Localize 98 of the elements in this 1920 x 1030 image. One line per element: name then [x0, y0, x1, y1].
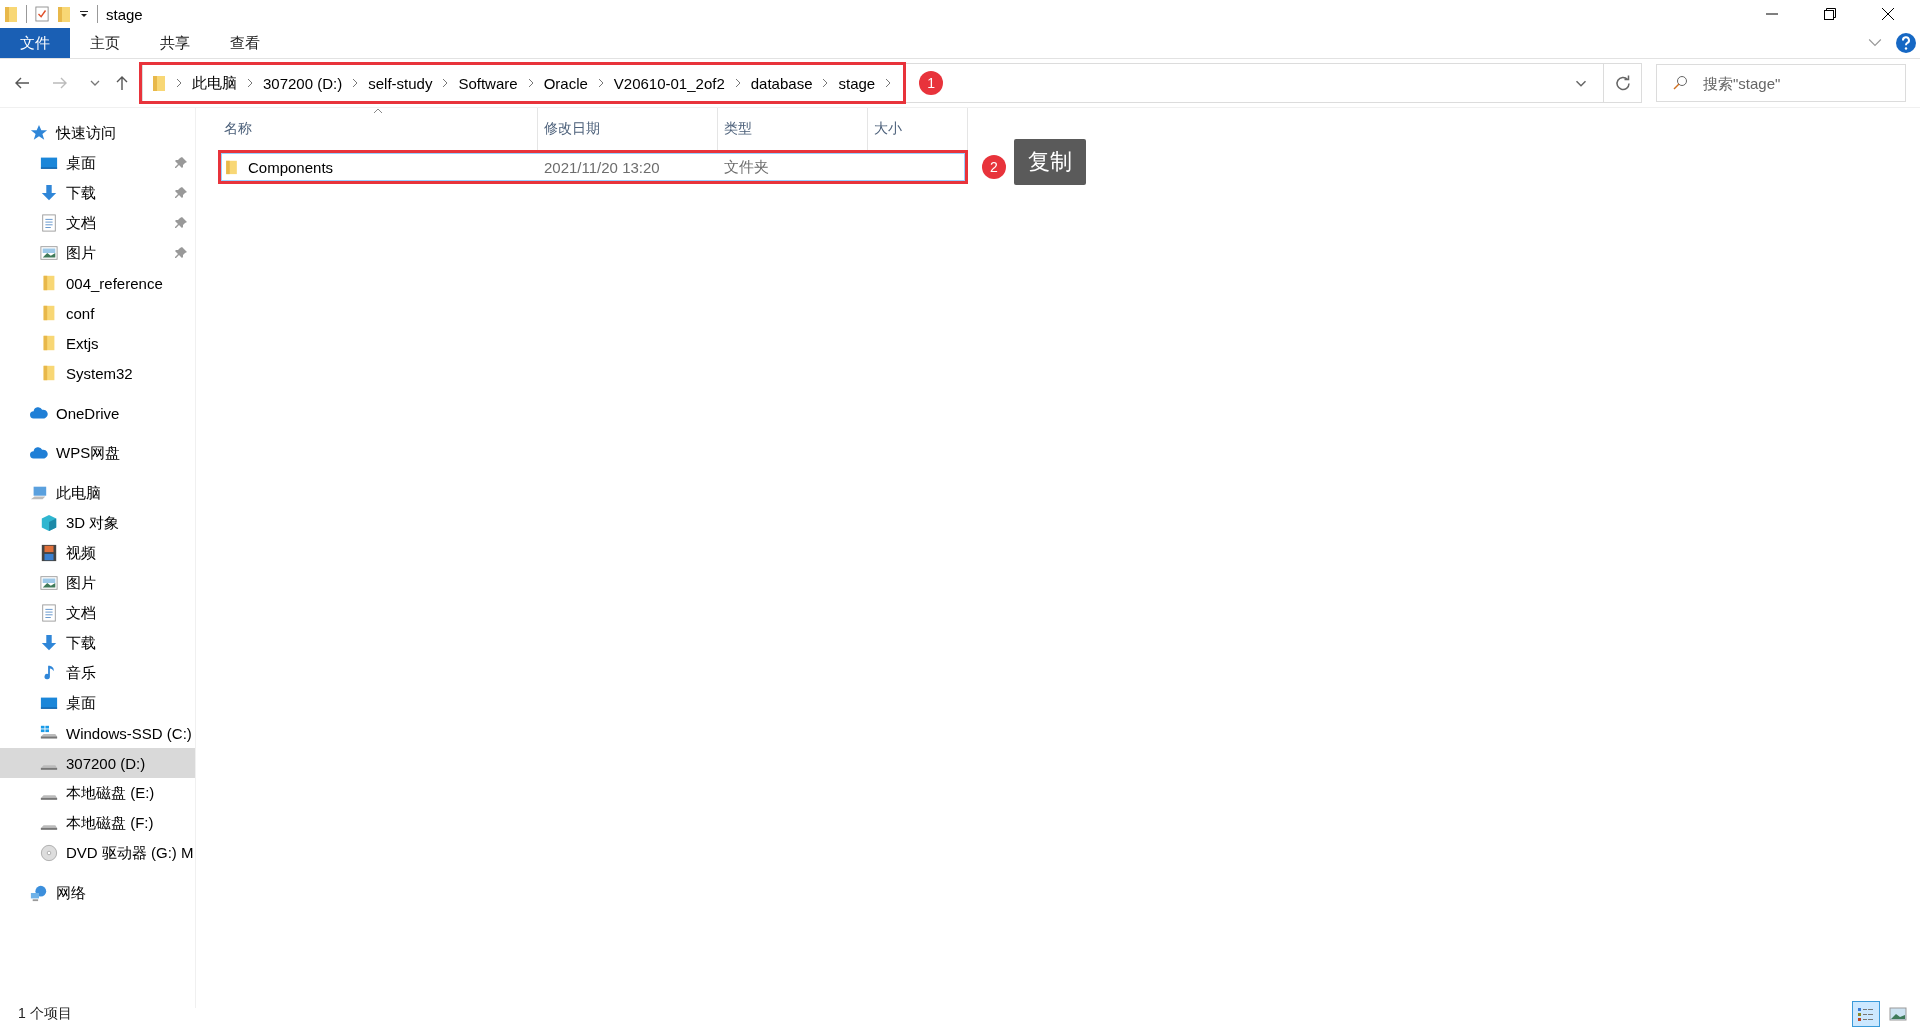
refresh-button[interactable] [1604, 63, 1642, 103]
disc-icon [40, 844, 58, 862]
sidebar-item[interactable]: 快速访问 [0, 118, 195, 148]
window-title: stage [106, 5, 143, 23]
sidebar-item[interactable]: Extjs [0, 328, 195, 358]
sidebar-item[interactable]: 图片 [0, 568, 195, 598]
sidebar-item[interactable]: 网络 [0, 878, 195, 908]
column-header[interactable]: 大小 [868, 108, 968, 150]
sidebar-item[interactable]: 004_reference [0, 268, 195, 298]
picture-icon [40, 574, 58, 592]
annotation-badge: 2 [982, 155, 1006, 179]
sidebar-item[interactable]: WPS网盘 [0, 438, 195, 468]
search-field[interactable]: 搜索"stage" [1656, 64, 1906, 102]
landscape-icon [1889, 1006, 1907, 1022]
chevron-right-icon[interactable] [822, 78, 829, 88]
sidebar-item[interactable]: 音乐 [0, 658, 195, 688]
chevron-down-icon[interactable] [1868, 38, 1882, 48]
help-icon[interactable] [1896, 33, 1916, 53]
properties-icon[interactable] [35, 5, 49, 23]
address-bar[interactable]: 此电脑 307200 (D:) self-study Software Oracle V20610-01_2of2 database stage 1 [142, 63, 1604, 103]
table-cell-text: 文件夹 [723, 157, 770, 177]
breadcrumb-item[interactable]: self-study [368, 74, 433, 92]
file-row[interactable]: Components 2021/11/20 13:20 文件夹 [218, 150, 968, 184]
breadcrumb-item[interactable]: 此电脑 [192, 73, 237, 93]
globe-icon [30, 884, 48, 902]
sidebar-item[interactable]: Windows-SSD (C:) [0, 718, 195, 748]
back-arrow-icon[interactable] [14, 75, 30, 91]
up-arrow-icon[interactable] [114, 75, 130, 91]
pin-icon[interactable] [175, 187, 187, 199]
chevron-right-icon[interactable] [597, 78, 604, 88]
sidebar-item[interactable]: 307200 (D:) [0, 748, 195, 778]
chevron-right-icon[interactable] [734, 78, 741, 88]
sidebar-item[interactable]: 3D 对象 [0, 508, 195, 538]
folder-icon [225, 159, 238, 175]
breadcrumb-item[interactable]: V20610-01_2of2 [613, 74, 725, 92]
sidebar-item[interactable]: 本地磁盘 (F:) [0, 808, 195, 838]
chevron-right-icon[interactable] [442, 78, 449, 88]
status-text: 1 个项目 [18, 1005, 72, 1023]
drive-icon [40, 763, 58, 771]
star-icon [30, 124, 48, 142]
sidebar-item[interactable]: 下载 [0, 628, 195, 658]
ribbon-tab[interactable]: 共享 [140, 28, 210, 58]
sidebar-item[interactable]: 此电脑 [0, 478, 195, 508]
breadcrumb-item[interactable]: stage [838, 74, 876, 92]
pin-icon[interactable] [175, 217, 187, 229]
sidebar-item[interactable]: System32 [0, 358, 195, 388]
ribbon-tab[interactable]: 主页 [70, 28, 140, 58]
sidebar-item[interactable]: 下载 [0, 178, 195, 208]
breadcrumb-item[interactable]: 307200 (D:) [263, 74, 343, 92]
table-cell-text: 2021/11/20 13:20 [543, 158, 661, 176]
sidebar-item[interactable]: 图片 [0, 238, 195, 268]
down-arrow-icon [40, 634, 58, 652]
sidebar-item[interactable]: conf [0, 298, 195, 328]
file-name: Components [248, 158, 334, 176]
chevron-right-icon[interactable] [527, 78, 534, 88]
folder-icon [152, 74, 166, 92]
breadcrumb-item[interactable]: Software [458, 74, 518, 92]
column-header[interactable]: 名称 [218, 108, 538, 150]
film-icon [40, 544, 58, 562]
chevron-right-icon[interactable] [176, 78, 182, 88]
document-icon [40, 604, 58, 622]
sidebar-item[interactable]: 桌面 [0, 688, 195, 718]
chevron-right-icon[interactable] [247, 78, 253, 88]
column-header[interactable]: 类型 [718, 108, 868, 150]
chevron-right-icon[interactable] [885, 78, 892, 88]
sidebar-item[interactable]: 文档 [0, 598, 195, 628]
chevron-right-icon[interactable] [352, 78, 359, 88]
picture-icon [40, 244, 58, 262]
drive-icon [40, 823, 58, 831]
details-view-button[interactable] [1852, 1001, 1880, 1027]
sidebar-item[interactable]: 本地磁盘 (E:) [0, 778, 195, 808]
callout: 复制 [1014, 139, 1086, 185]
chevron-down-icon[interactable] [1575, 78, 1587, 88]
breadcrumb-item[interactable]: database [750, 74, 813, 92]
chevron-down-icon[interactable] [90, 79, 100, 87]
list-icon [1857, 1006, 1875, 1022]
pin-icon[interactable] [175, 247, 187, 259]
annotation-badge: 1 [919, 71, 944, 95]
computer-icon [30, 484, 48, 502]
pin-icon[interactable] [175, 157, 187, 169]
dropdown-icon[interactable] [79, 9, 89, 19]
sidebar-item[interactable]: 视频 [0, 538, 195, 568]
restore-icon[interactable] [1824, 8, 1836, 20]
document-icon [40, 214, 58, 232]
sidebar-item[interactable]: DVD 驱动器 (G:) M [0, 838, 195, 868]
breadcrumb-item[interactable]: Oracle [543, 74, 588, 92]
ribbon-tab[interactable]: 查看 [210, 28, 280, 58]
drive-icon [40, 793, 58, 801]
search-icon [1672, 75, 1688, 91]
refresh-icon[interactable] [1614, 75, 1631, 91]
sidebar-item[interactable]: 桌面 [0, 148, 195, 178]
cube-icon [40, 514, 58, 532]
column-header[interactable]: 修改日期 [538, 108, 718, 150]
down-arrow-icon [40, 184, 58, 202]
sidebar-item[interactable]: 文档 [0, 208, 195, 238]
sidebar-item[interactable]: OneDrive [0, 398, 195, 428]
close-icon[interactable] [1882, 8, 1894, 20]
folder-icon [4, 5, 18, 23]
